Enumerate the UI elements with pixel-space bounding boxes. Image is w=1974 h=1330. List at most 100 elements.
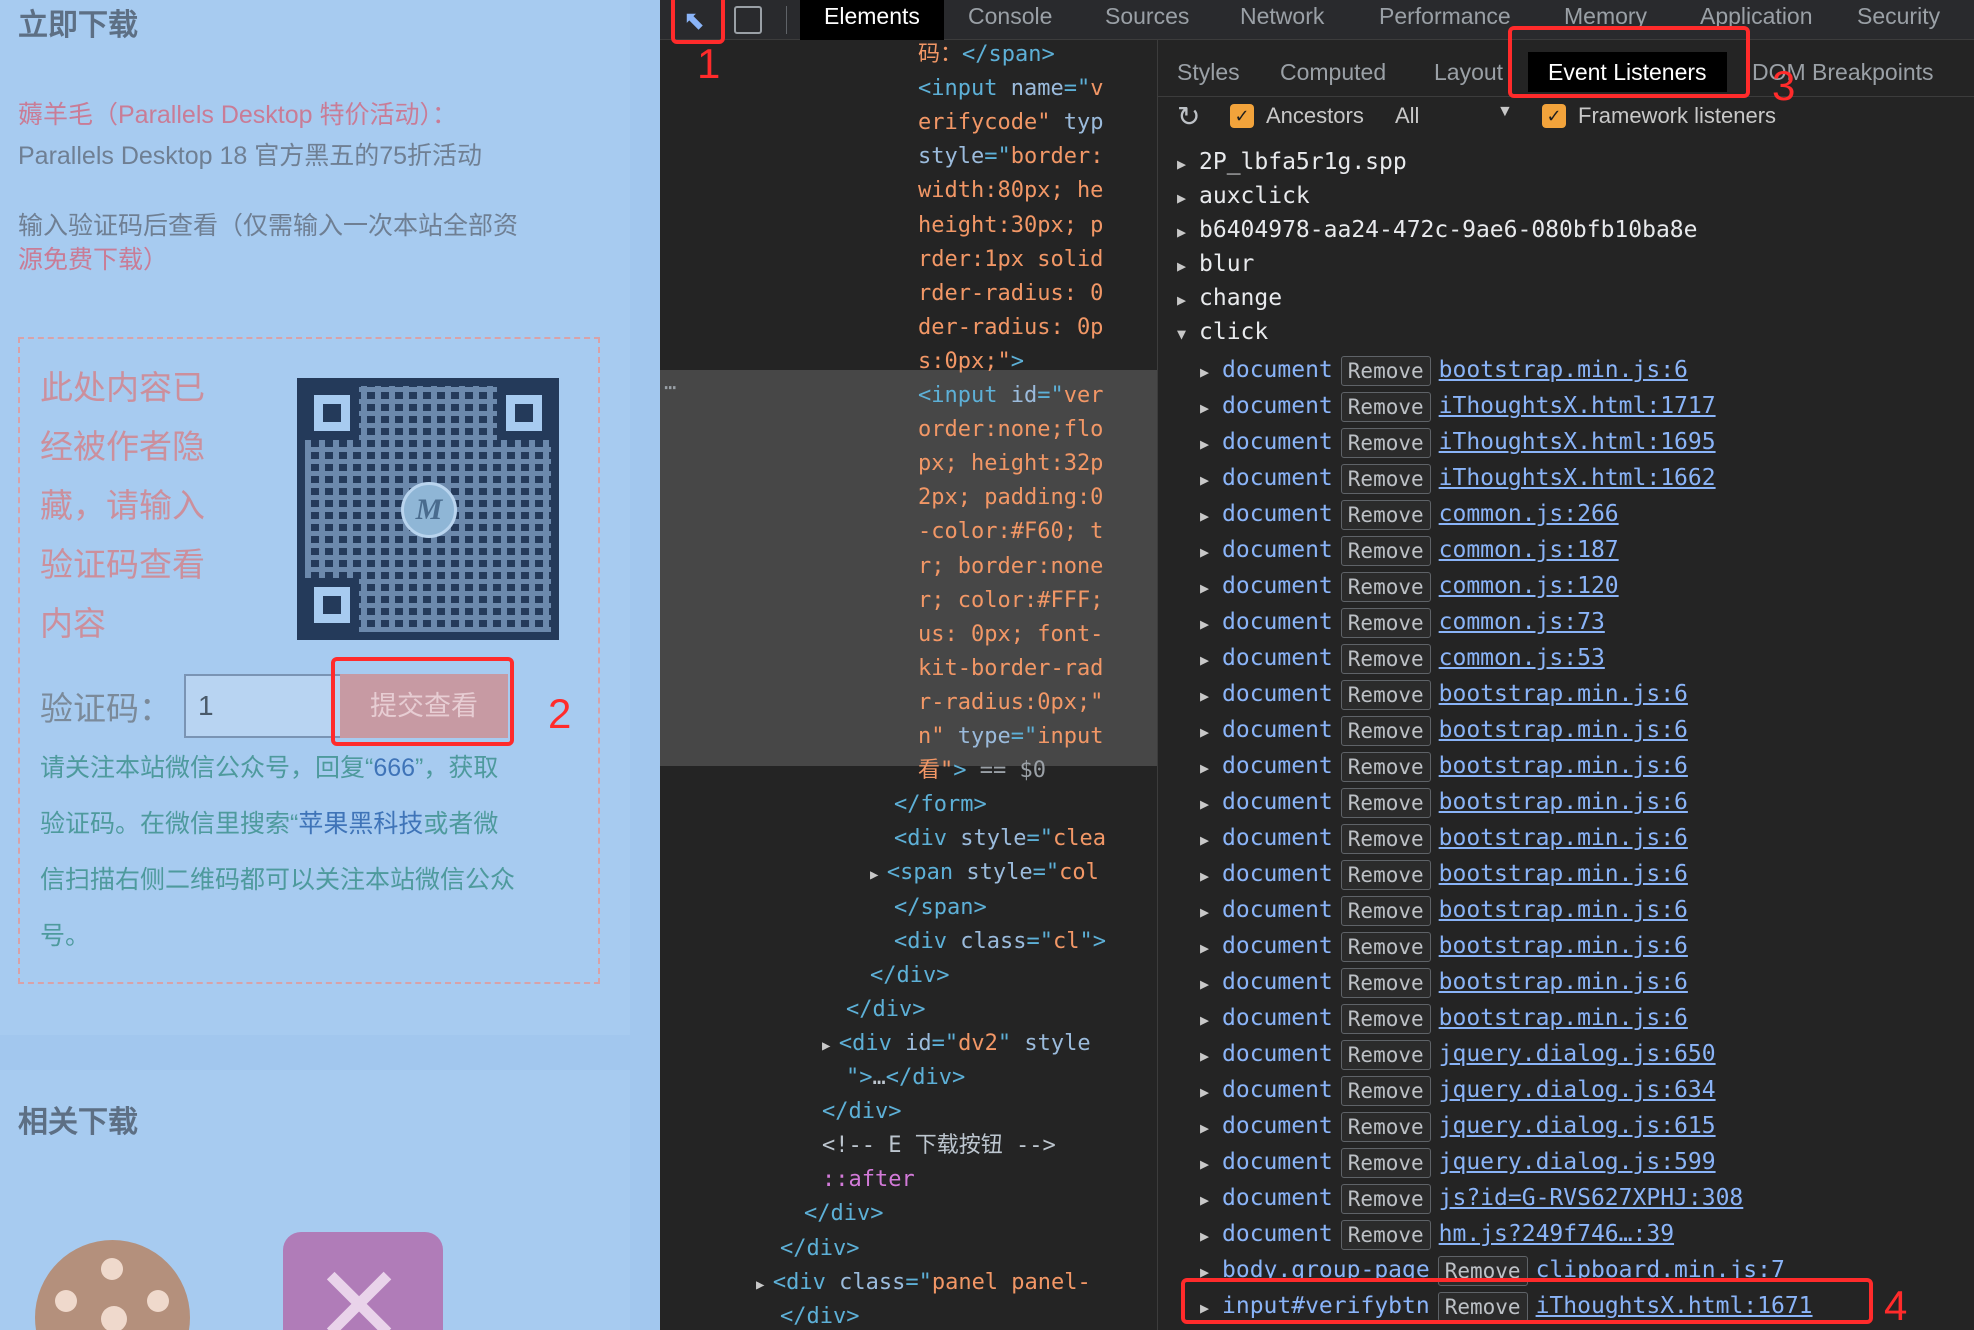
listener-source-link[interactable]: jquery.dialog.js:634 xyxy=(1439,1077,1716,1103)
remove-listener-button[interactable]: Remove xyxy=(1340,499,1431,530)
dom-node-line[interactable]: 码：</span> xyxy=(918,40,1055,72)
remove-listener-button[interactable]: Remove xyxy=(1340,715,1431,746)
event-type-click[interactable]: ▼ click xyxy=(1177,319,1268,345)
listener-row[interactable]: ▶ document Remove bootstrap.min.js:6 xyxy=(1200,965,1688,999)
expand-triangle-icon[interactable]: ▶ xyxy=(870,867,887,883)
remove-listener-button[interactable]: Remove xyxy=(1340,1147,1431,1178)
listener-source-link[interactable]: bootstrap.min.js:6 xyxy=(1439,357,1688,383)
expand-triangle-icon[interactable]: ▶ xyxy=(822,1038,839,1054)
remove-listener-button[interactable]: Remove xyxy=(1340,607,1431,638)
promo-link[interactable]: 薅羊毛（Parallels Desktop 特价活动）： xyxy=(18,101,457,129)
listener-row[interactable]: ▶ document Remove common.js:73 xyxy=(1200,605,1605,639)
dom-node-line[interactable]: <input id="ver xyxy=(918,379,1103,413)
related-app-icon-2[interactable] xyxy=(283,1232,443,1330)
listener-row[interactable]: ▶ document Remove common.js:120 xyxy=(1200,569,1619,603)
dom-node-line[interactable]: <div style="clea xyxy=(894,822,1106,856)
device-toolbar-icon[interactable] xyxy=(734,6,762,34)
expand-triangle-icon[interactable]: ▶ xyxy=(1200,571,1222,605)
listener-row[interactable]: ▶ document Remove bootstrap.min.js:6 xyxy=(1200,353,1688,387)
expand-triangle-icon[interactable]: ▶ xyxy=(1200,1219,1222,1253)
dom-node-line[interactable]: </div> xyxy=(780,1300,859,1330)
dom-node-line[interactable]: ▶ <div class="panel panel- xyxy=(756,1266,1091,1302)
dom-node-line[interactable]: style="border: xyxy=(918,140,1103,174)
listener-row[interactable]: ▶ document Remove bootstrap.min.js:6 xyxy=(1200,713,1688,747)
remove-listener-button[interactable]: Remove xyxy=(1340,1003,1431,1034)
remove-listener-button[interactable]: Remove xyxy=(1340,787,1431,818)
listener-source-link[interactable]: bootstrap.min.js:6 xyxy=(1439,681,1688,707)
listener-source-link[interactable]: iThoughtsX.html:1717 xyxy=(1439,393,1716,419)
remove-listener-button[interactable]: Remove xyxy=(1340,967,1431,998)
listener-row[interactable]: ▶ document Remove jquery.dialog.js:599 xyxy=(1200,1145,1716,1179)
listener-source-link[interactable]: iThoughtsX.html:1662 xyxy=(1439,465,1716,491)
dom-node-line[interactable]: ▶ <div id="dv2" style xyxy=(822,1027,1091,1063)
listener-row[interactable]: ▶ document Remove common.js:53 xyxy=(1200,641,1605,675)
expand-triangle-icon[interactable]: ▶ xyxy=(1200,787,1222,821)
listener-row[interactable]: ▶ document Remove iThoughtsX.html:1662 xyxy=(1200,461,1716,495)
node-actions-ellipsis[interactable]: ⋯ xyxy=(664,370,676,404)
expand-triangle-icon[interactable]: ▶ xyxy=(1200,355,1222,389)
expand-triangle-icon[interactable]: ▶ xyxy=(1200,931,1222,965)
dom-node-line[interactable]: order:none;flo xyxy=(918,413,1103,447)
dom-node-line[interactable]: rder-radius: 0 xyxy=(918,277,1103,311)
listener-source-link[interactable]: iThoughtsX.html:1695 xyxy=(1439,429,1716,455)
tab-performance[interactable]: Performance xyxy=(1379,0,1511,40)
remove-listener-button[interactable]: Remove xyxy=(1340,931,1431,962)
listener-row[interactable]: ▶ document Remove common.js:266 xyxy=(1200,497,1619,531)
listener-source-link[interactable]: bootstrap.min.js:6 xyxy=(1439,717,1688,743)
listener-source-link[interactable]: jquery.dialog.js:599 xyxy=(1439,1149,1716,1175)
expand-triangle-icon[interactable]: ▶ xyxy=(1200,535,1222,569)
listener-row[interactable]: ▶ document Remove bootstrap.min.js:6 xyxy=(1200,893,1688,927)
listener-source-link[interactable]: jquery.dialog.js:615 xyxy=(1439,1113,1716,1139)
listener-row[interactable]: ▶ document Remove bootstrap.min.js:6 xyxy=(1200,857,1688,891)
event-type-spp[interactable]: ▶ 2P_lbfa5r1g.spp xyxy=(1177,149,1407,175)
refresh-icon[interactable]: ↻ xyxy=(1177,100,1200,133)
dom-node-line[interactable]: rder:1px solid xyxy=(918,243,1103,277)
dom-node-line[interactable]: px; height:32p xyxy=(918,447,1103,481)
listener-row[interactable]: ▶ document Remove jquery.dialog.js:650 xyxy=(1200,1037,1716,1071)
expand-triangle-icon[interactable]: ▶ xyxy=(1200,1075,1222,1109)
dom-node-line[interactable]: </div> xyxy=(804,1197,883,1231)
listener-source-link[interactable]: bootstrap.min.js:6 xyxy=(1439,789,1688,815)
subtab-computed[interactable]: Computed xyxy=(1280,52,1386,92)
remove-listener-button[interactable]: Remove xyxy=(1340,859,1431,890)
dom-node-line[interactable]: s:0px;"> xyxy=(918,345,1024,379)
dom-node-line[interactable]: r; color:#FFF; xyxy=(918,584,1103,618)
dom-node-line[interactable]: r; border:none xyxy=(918,550,1103,584)
ancestors-checkbox[interactable]: ✓ xyxy=(1230,104,1254,128)
tab-security[interactable]: Security xyxy=(1857,0,1940,40)
dom-node-line[interactable]: ▶ <span style="col xyxy=(870,856,1099,892)
listener-source-link[interactable]: hm.js?249f746…:39 xyxy=(1439,1221,1674,1247)
listener-row[interactable]: ▶ document Remove bootstrap.min.js:6 xyxy=(1200,749,1688,783)
remove-listener-button[interactable]: Remove xyxy=(1340,427,1431,458)
remove-listener-button[interactable]: Remove xyxy=(1340,823,1431,854)
listener-filter-select[interactable]: All xyxy=(1395,103,1419,129)
subtab-layout[interactable]: Layout xyxy=(1434,52,1503,92)
listener-source-link[interactable]: bootstrap.min.js:6 xyxy=(1439,753,1688,779)
dom-node-line[interactable]: kit-border-rad xyxy=(918,652,1103,686)
tab-console[interactable]: Console xyxy=(968,0,1052,40)
remove-listener-button[interactable]: Remove xyxy=(1340,463,1431,494)
dom-node-line[interactable]: </div> xyxy=(780,1232,859,1266)
expand-triangle-icon[interactable]: ▶ xyxy=(1200,1039,1222,1073)
listener-source-link[interactable]: common.js:266 xyxy=(1439,501,1619,527)
listener-source-link[interactable]: bootstrap.min.js:6 xyxy=(1439,969,1688,995)
listener-row[interactable]: ▶ document Remove bootstrap.min.js:6 xyxy=(1200,785,1688,819)
chevron-down-icon[interactable]: ▼ xyxy=(1497,103,1513,121)
listener-row[interactable]: ▶ document Remove bootstrap.min.js:6 xyxy=(1200,677,1688,711)
remove-listener-button[interactable]: Remove xyxy=(1340,571,1431,602)
expand-triangle-icon[interactable]: ▶ xyxy=(1200,391,1222,425)
listener-row[interactable]: ▶ document Remove iThoughtsX.html:1717 xyxy=(1200,389,1716,423)
listener-source-link[interactable]: bootstrap.min.js:6 xyxy=(1439,933,1688,959)
listener-source-link[interactable]: common.js:120 xyxy=(1439,573,1619,599)
tab-elements[interactable]: Elements xyxy=(800,0,944,40)
subtab-styles[interactable]: Styles xyxy=(1177,52,1240,92)
dom-node-line[interactable]: der-radius: 0p xyxy=(918,311,1103,345)
expand-triangle-icon[interactable]: ▶ xyxy=(1200,1147,1222,1181)
remove-listener-button[interactable]: Remove xyxy=(1340,1039,1431,1070)
remove-listener-button[interactable]: Remove xyxy=(1340,535,1431,566)
dom-node-line[interactable]: </form> xyxy=(894,788,987,822)
listener-source-link[interactable]: common.js:53 xyxy=(1439,645,1605,671)
listener-source-link[interactable]: common.js:187 xyxy=(1439,537,1619,563)
listener-row[interactable]: ▶ document Remove common.js:187 xyxy=(1200,533,1619,567)
remove-listener-button[interactable]: Remove xyxy=(1340,1219,1431,1250)
